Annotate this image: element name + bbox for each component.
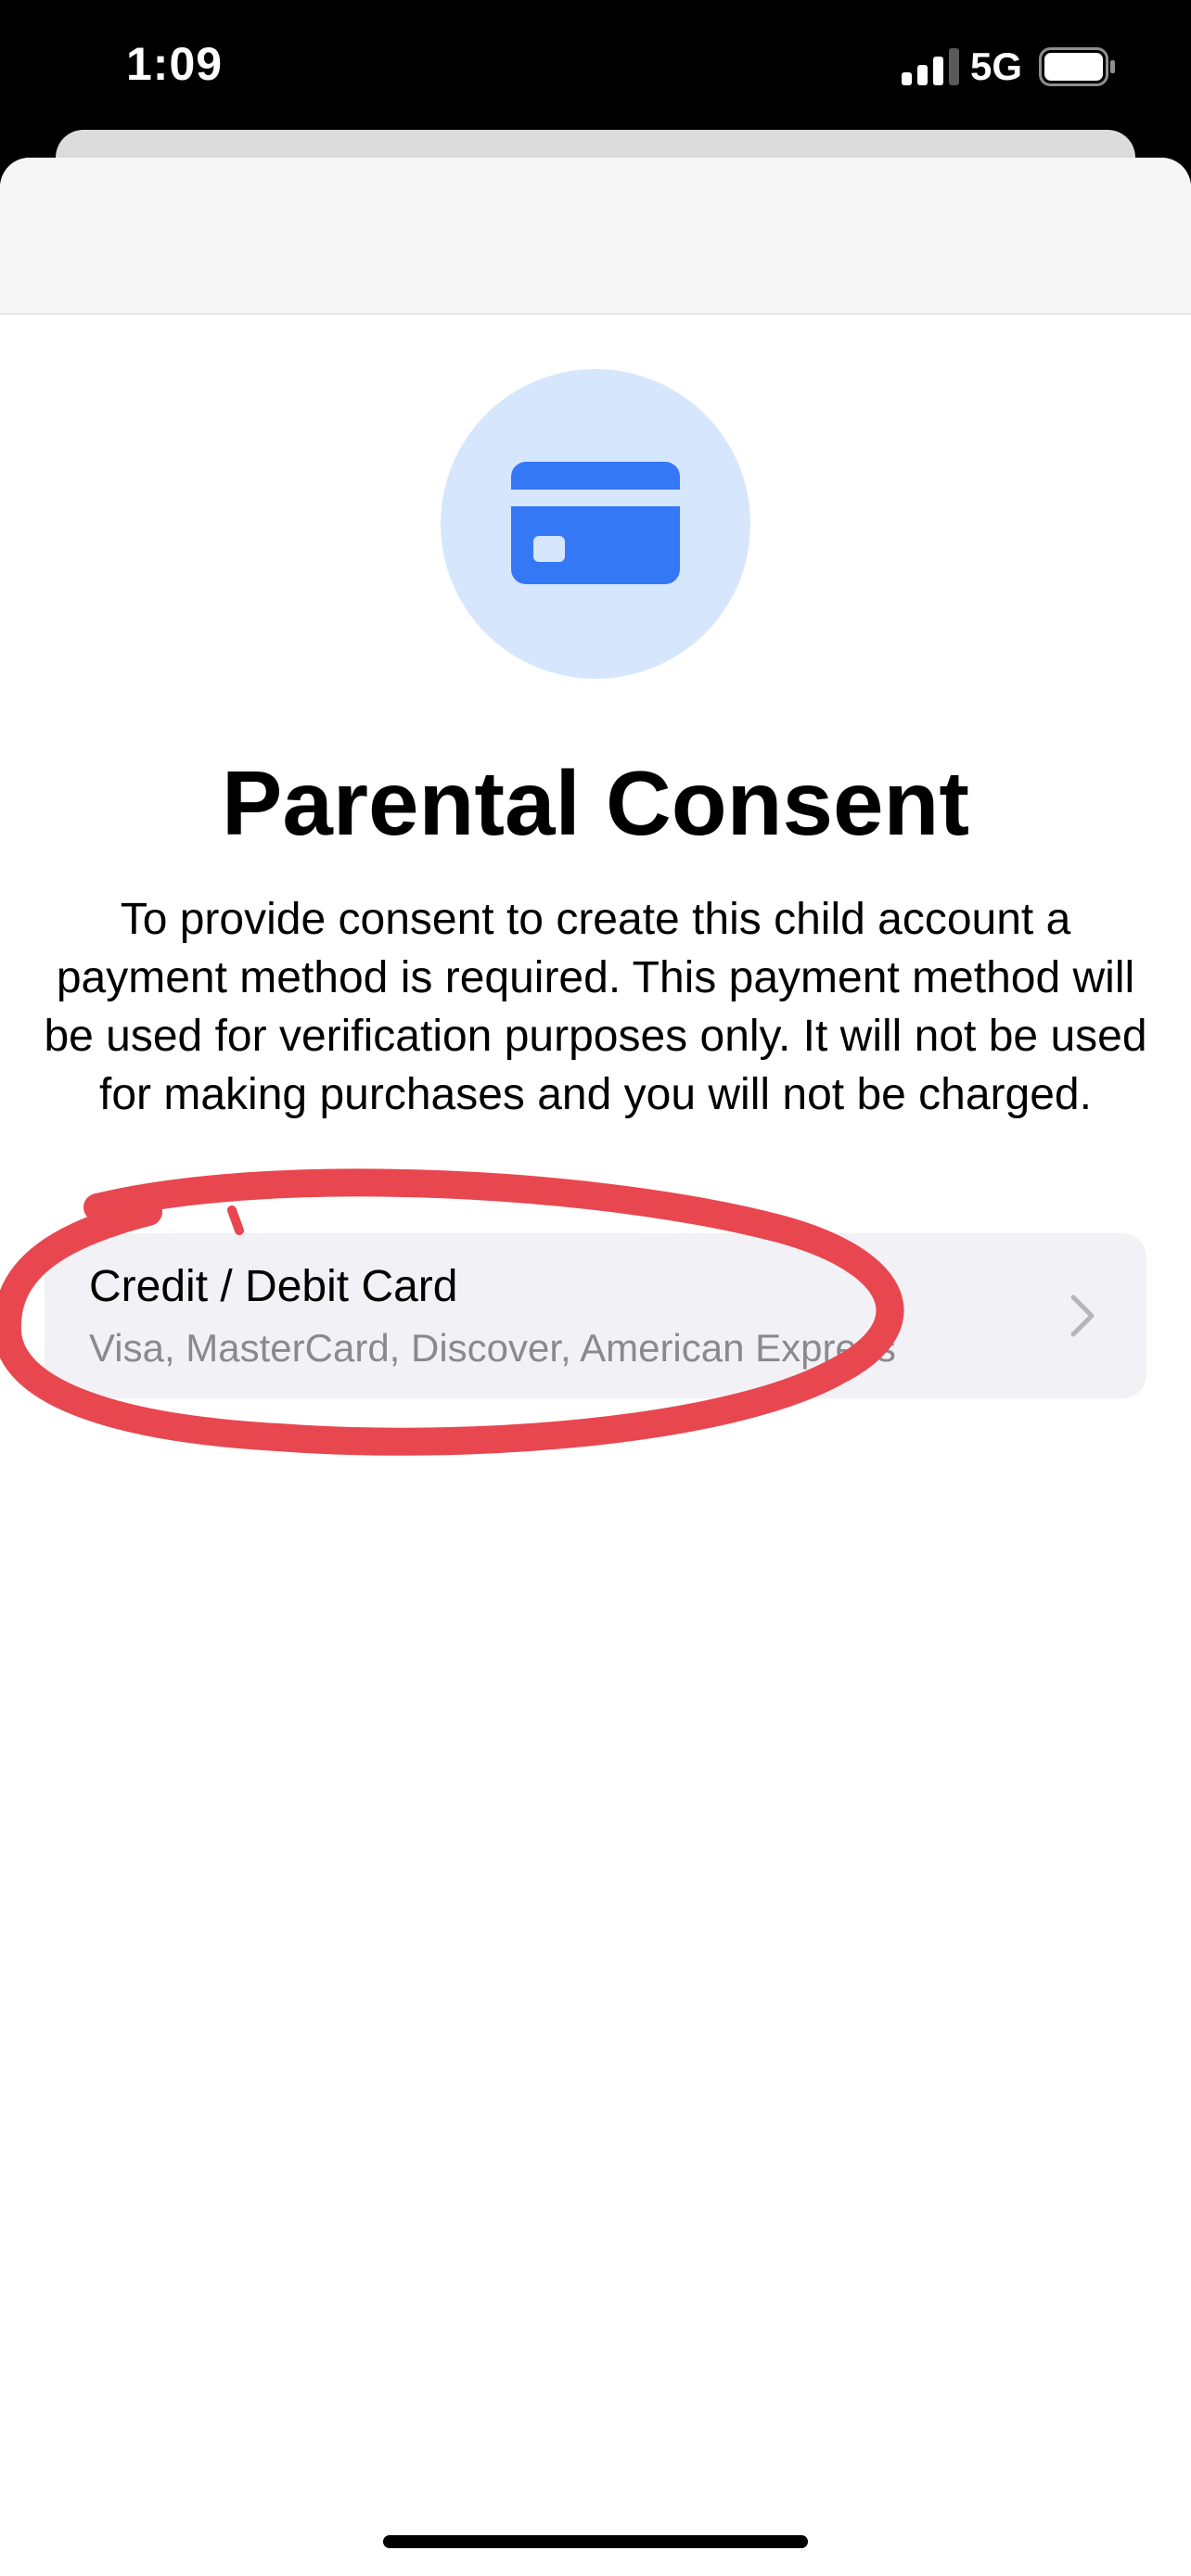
network-label: 5G [970,45,1023,88]
signal-icon [902,48,959,85]
credit-debit-card-option[interactable]: Credit / Debit Card Visa, MasterCard, Di… [45,1233,1146,1398]
status-time: 1:09 [126,38,224,90]
status-bar: 1:09 5G [0,0,1191,139]
icon-circle [441,369,750,679]
modal-sheet: Parental Consent To provide consent to c… [0,158,1191,2576]
payment-option-subtitle: Visa, MasterCard, Discover, American Exp… [89,1326,896,1370]
sheet-header [0,158,1191,314]
credit-card-icon [511,462,680,584]
consent-description: To provide consent to create this child … [44,895,1147,1119]
home-indicator [383,2535,808,2548]
payment-option-title: Credit / Debit Card [89,1262,458,1311]
chevron-right-icon [1070,1294,1095,1337]
page-title: Parental Consent [222,752,969,854]
battery-icon [1039,47,1115,86]
